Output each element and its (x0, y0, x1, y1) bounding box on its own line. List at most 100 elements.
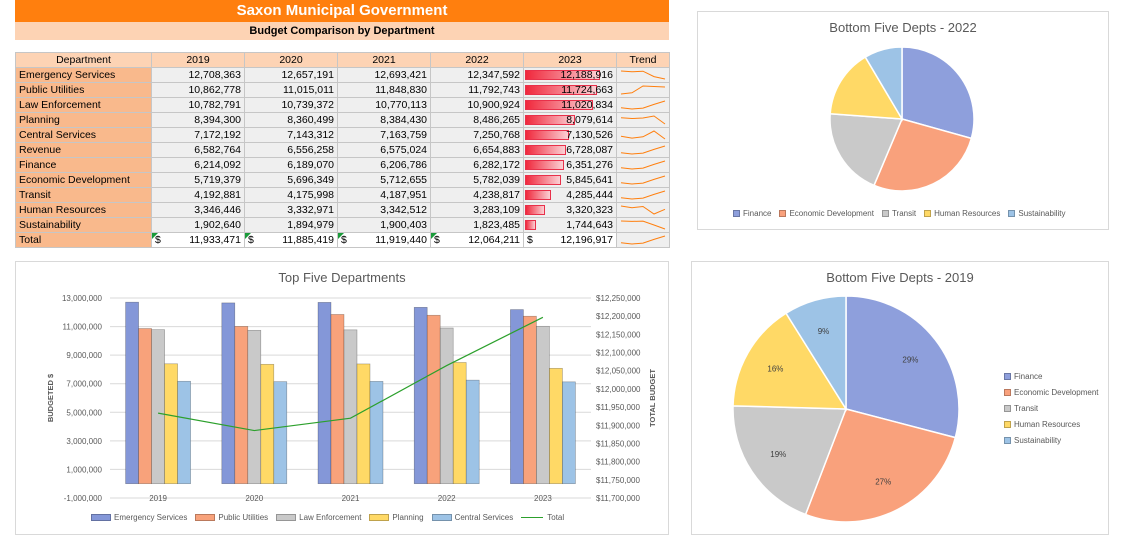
total-value-cell[interactable]: $12,064,211 (430, 232, 524, 248)
bar-emergency-services[interactable] (125, 301, 139, 485)
bar-emergency-services[interactable] (413, 307, 428, 485)
value-cell-2023[interactable]: 8,079,614 (523, 112, 617, 128)
trend-cell[interactable] (616, 202, 670, 218)
legend-item[interactable]: Human Resources (924, 209, 1000, 218)
legend-item[interactable]: Public Utilities (195, 513, 268, 522)
dept-cell[interactable]: Human Resources (15, 202, 152, 218)
value-cell[interactable]: 4,187,951 (337, 187, 431, 203)
value-cell[interactable]: 10,770,113 (337, 97, 431, 113)
value-cell-2023[interactable]: 5,845,641 (523, 172, 617, 188)
total-value-cell[interactable]: $12,196,917 (523, 232, 617, 248)
dept-cell[interactable]: Public Utilities (15, 82, 152, 98)
trend-cell[interactable] (616, 157, 670, 173)
trend-cell[interactable] (616, 217, 670, 233)
bar-law-enforcement[interactable] (343, 329, 358, 485)
bar-emergency-services[interactable] (317, 302, 332, 485)
value-cell[interactable]: 6,206,786 (337, 157, 431, 173)
value-cell[interactable]: 8,486,265 (430, 112, 524, 128)
value-cell-2023[interactable]: 6,351,276 (523, 157, 617, 173)
trend-cell[interactable] (616, 172, 670, 188)
total-value-cell[interactable]: $11,933,471 (151, 232, 245, 248)
dept-cell[interactable]: Emergency Services (15, 67, 152, 83)
value-cell[interactable]: 6,575,024 (337, 142, 431, 158)
bar-planning[interactable] (164, 363, 178, 485)
trend-cell[interactable] (616, 112, 670, 128)
value-cell[interactable]: 12,347,592 (430, 67, 524, 83)
column-header[interactable]: 2021 (337, 52, 431, 68)
value-cell-2023[interactable]: 11,020,834 (523, 97, 617, 113)
legend-item[interactable]: Transit (1004, 404, 1038, 413)
dept-cell[interactable]: Planning (15, 112, 152, 128)
legend-item[interactable]: Total (521, 513, 564, 522)
value-cell[interactable]: 4,192,881 (151, 187, 245, 203)
column-header[interactable]: Trend (616, 52, 670, 68)
legend-item[interactable]: Central Services (431, 513, 513, 522)
bar-planning[interactable] (356, 363, 371, 485)
value-cell[interactable]: 6,654,883 (430, 142, 524, 158)
value-cell[interactable]: 8,360,499 (244, 112, 338, 128)
bar-planning[interactable] (260, 363, 275, 485)
value-cell[interactable]: 6,282,172 (430, 157, 524, 173)
dept-cell[interactable]: Law Enforcement (15, 97, 152, 113)
bar-planning[interactable] (549, 367, 563, 485)
legend-item[interactable]: Human Resources (1004, 420, 1080, 429)
value-cell[interactable]: 11,848,830 (337, 82, 431, 98)
value-cell-2023[interactable]: 12,188,916 (523, 67, 617, 83)
value-cell[interactable]: 12,693,421 (337, 67, 431, 83)
value-cell[interactable]: 3,332,971 (244, 202, 338, 218)
value-cell[interactable]: 10,862,778 (151, 82, 245, 98)
legend-item[interactable]: Finance (733, 209, 771, 218)
value-cell-2023[interactable]: 1,744,643 (523, 217, 617, 233)
column-header[interactable]: 2020 (244, 52, 338, 68)
value-cell[interactable]: 11,792,743 (430, 82, 524, 98)
bar-public-utilities[interactable] (426, 314, 441, 485)
bar-central-services[interactable] (369, 381, 384, 485)
bar-public-utilities[interactable] (138, 328, 152, 485)
value-cell[interactable]: 11,015,011 (244, 82, 338, 98)
bar-law-enforcement[interactable] (151, 329, 165, 485)
value-cell[interactable]: 3,342,512 (337, 202, 431, 218)
bar-central-services[interactable] (177, 380, 191, 485)
value-cell[interactable]: 10,739,372 (244, 97, 338, 113)
value-cell[interactable]: 4,238,817 (430, 187, 524, 203)
value-cell[interactable]: 8,394,300 (151, 112, 245, 128)
value-cell-2023[interactable]: 7,130,526 (523, 127, 617, 143)
value-cell[interactable]: 6,582,764 (151, 142, 245, 158)
bar-public-utilities[interactable] (330, 314, 345, 485)
column-header[interactable]: 2023 (523, 52, 617, 68)
pie-2019-panel[interactable]: Bottom Five Depts - 2019 29% 27% 19% 16% 9% … (691, 261, 1109, 535)
dept-cell[interactable]: Sustainability (15, 217, 152, 233)
pie-2022-panel[interactable]: Bottom Five Depts - 2022 Finance Economic… (697, 11, 1109, 230)
dept-cell[interactable]: Central Services (15, 127, 152, 143)
top-five-chart-panel[interactable]: Top Five Departments 13,000,000 11,000,00… (15, 261, 669, 535)
value-cell-2023[interactable]: 6,728,087 (523, 142, 617, 158)
value-cell[interactable]: 7,250,768 (430, 127, 524, 143)
bar-emergency-services[interactable] (510, 309, 524, 485)
legend-item[interactable]: Transit (881, 209, 916, 218)
dept-cell[interactable]: Transit (15, 187, 152, 203)
value-cell[interactable]: 7,172,192 (151, 127, 245, 143)
value-cell[interactable]: 5,712,655 (337, 172, 431, 188)
total-value-cell[interactable]: $11,919,440 (337, 232, 431, 248)
trend-cell[interactable] (616, 97, 670, 113)
trend-cell[interactable] (616, 232, 670, 248)
value-cell[interactable]: 3,283,109 (430, 202, 524, 218)
value-cell[interactable]: 5,696,349 (244, 172, 338, 188)
column-header[interactable]: Department (15, 52, 152, 68)
bar-emergency-services[interactable] (221, 302, 236, 485)
value-cell[interactable]: 7,143,312 (244, 127, 338, 143)
value-cell[interactable]: 8,384,430 (337, 112, 431, 128)
dept-cell[interactable]: Revenue (15, 142, 152, 158)
value-cell[interactable]: 5,782,039 (430, 172, 524, 188)
value-cell[interactable]: 7,163,759 (337, 127, 431, 143)
bar-law-enforcement[interactable] (536, 325, 550, 485)
value-cell[interactable]: 6,556,258 (244, 142, 338, 158)
legend-item[interactable]: Finance (1004, 372, 1042, 381)
trend-cell[interactable] (616, 82, 670, 98)
value-cell[interactable]: 5,719,379 (151, 172, 245, 188)
legend-item[interactable]: Economic Development (1004, 388, 1098, 397)
total-value-cell[interactable]: $11,885,419 (244, 232, 338, 248)
legend-item[interactable]: Planning (369, 513, 424, 522)
value-cell[interactable]: 12,657,191 (244, 67, 338, 83)
bar-law-enforcement[interactable] (439, 327, 454, 485)
